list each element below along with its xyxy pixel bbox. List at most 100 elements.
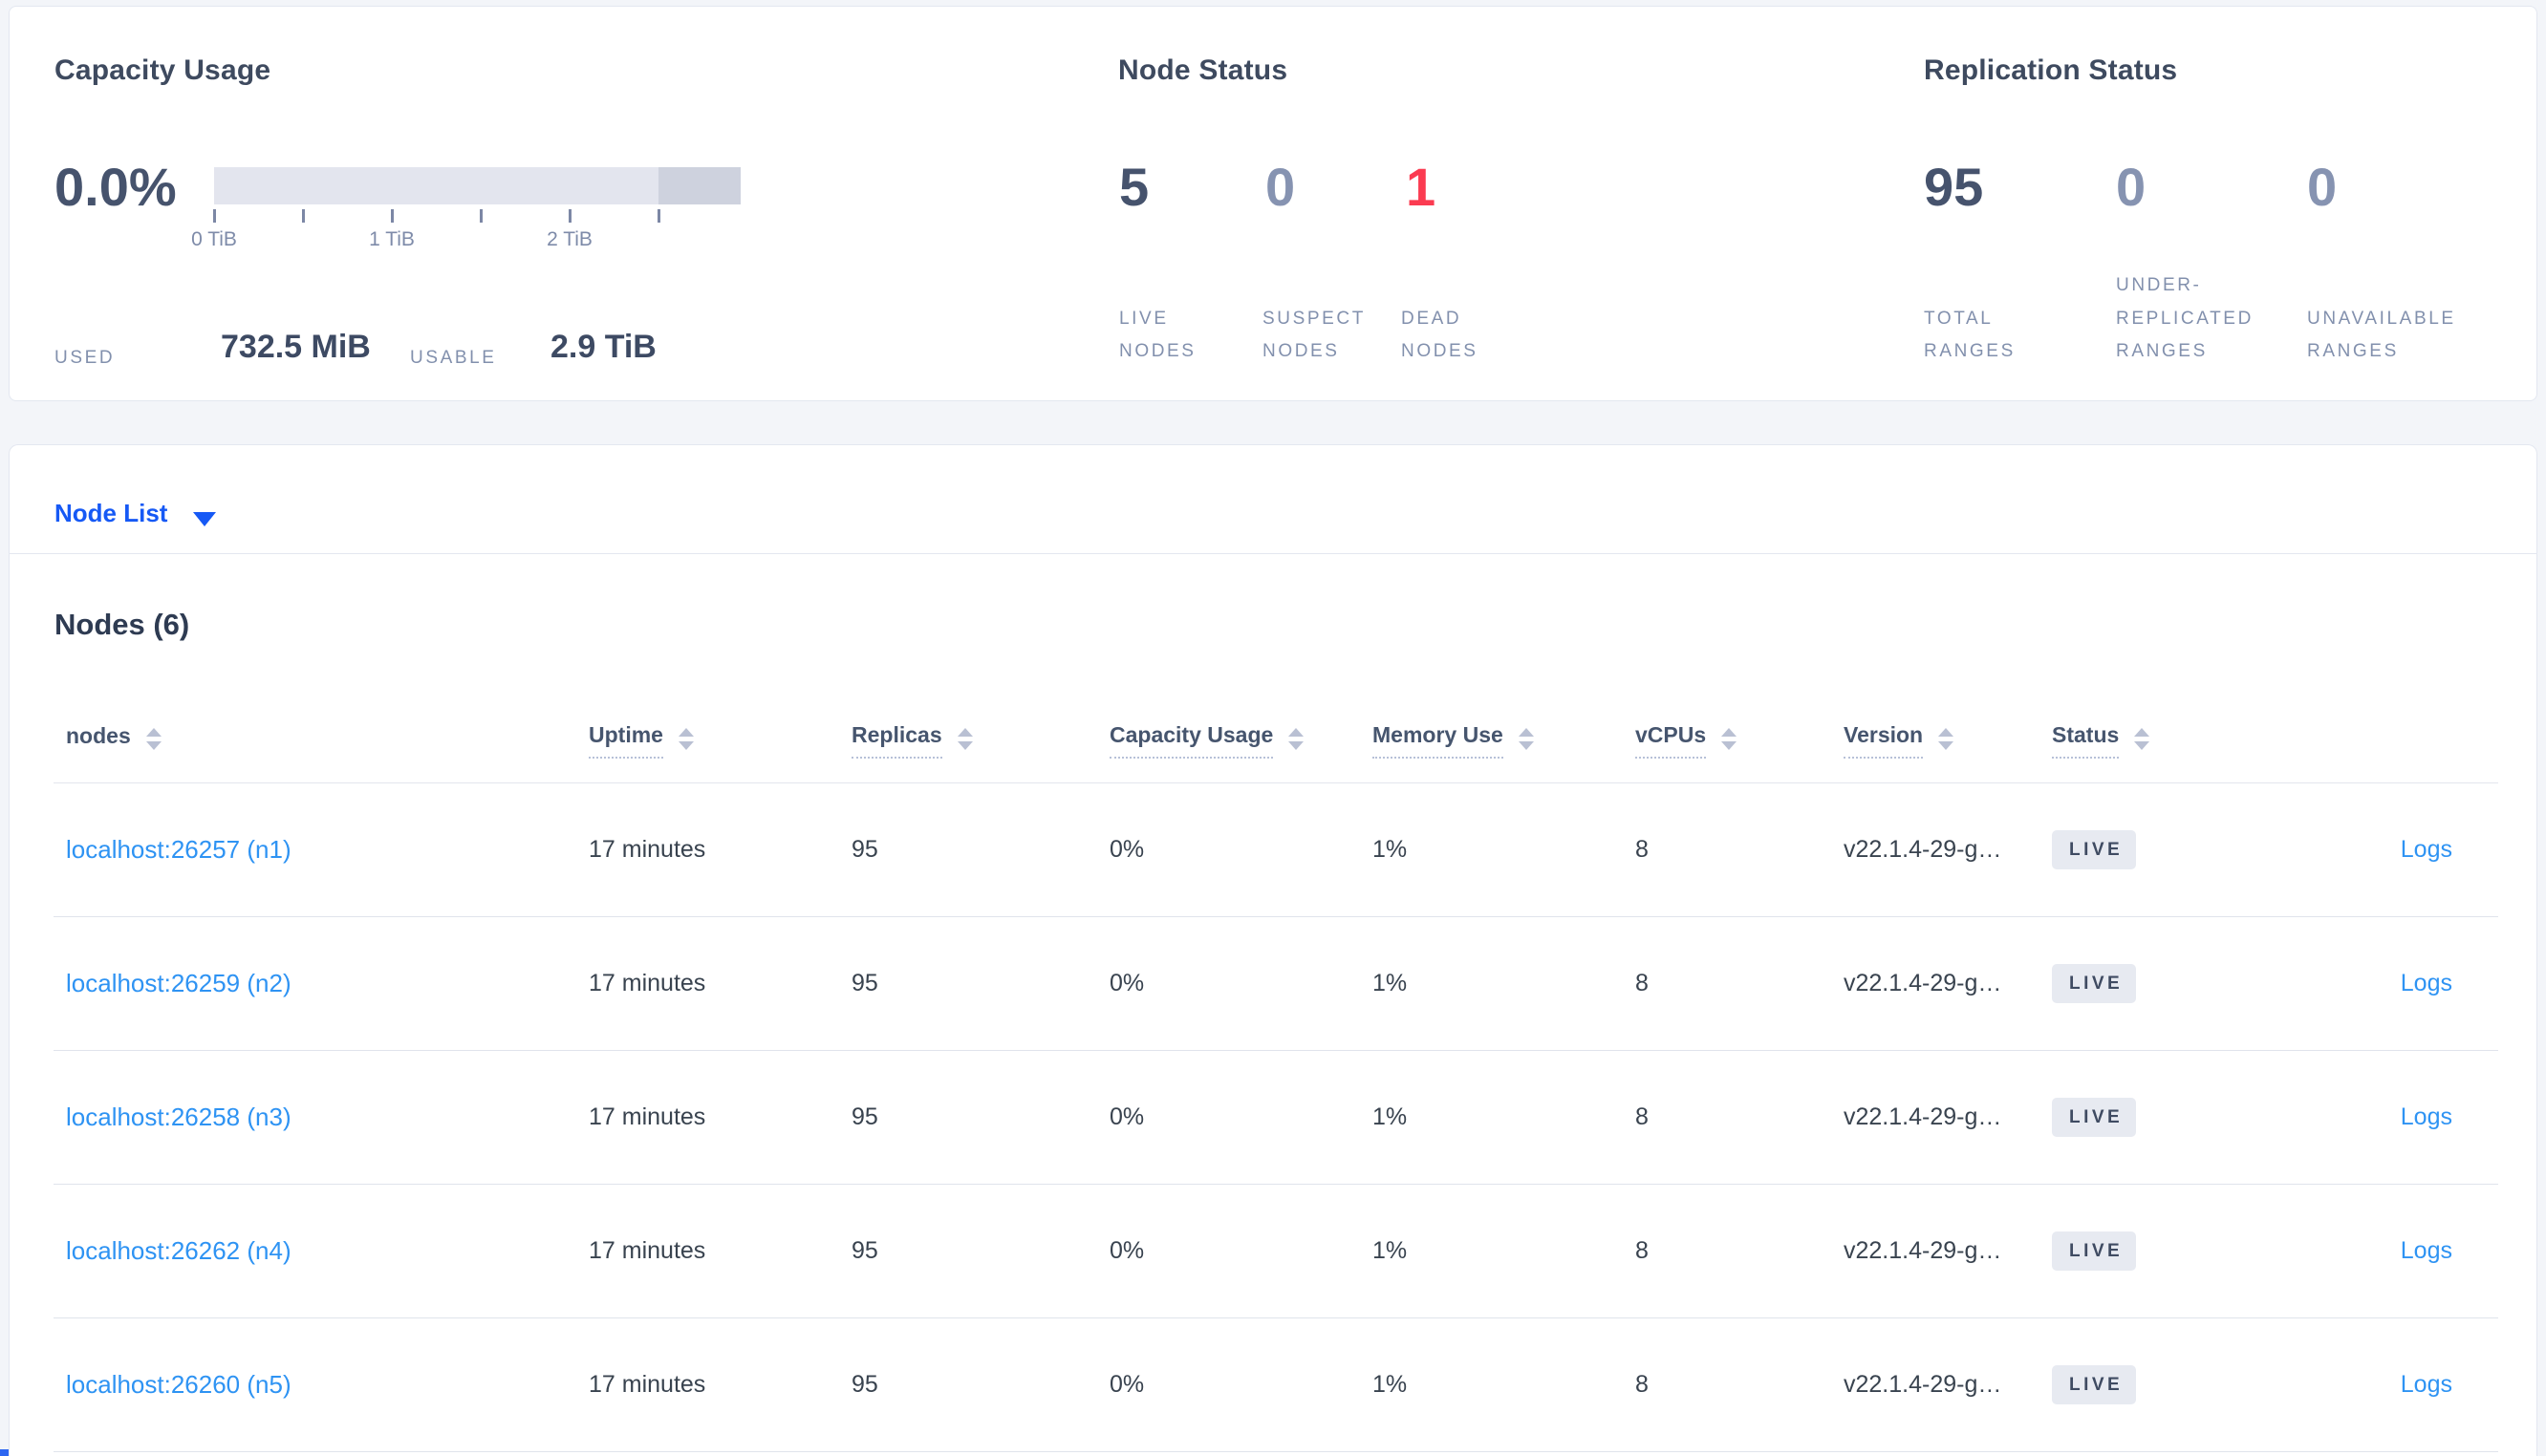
- capacity-usage-bar: [214, 167, 741, 204]
- used-label: USED: [54, 348, 116, 368]
- uptime-cell: 17 minutes: [589, 836, 706, 863]
- column-label: Capacity Usage: [1110, 722, 1274, 759]
- sort-icon: [1288, 727, 1305, 750]
- capacity-cell: 0%: [1110, 1103, 1145, 1130]
- sort-icon: [957, 727, 973, 750]
- column-header-version[interactable]: Version: [1844, 722, 2052, 759]
- version-cell: v22.1.4-29-g…: [1844, 1371, 2002, 1398]
- table-row: localhost:26259 (n2) 17 minutes 95 0% 1%…: [54, 917, 2498, 1051]
- memory-cell: 1%: [1372, 1103, 1408, 1130]
- suspect-nodes-count: 0: [1265, 157, 1296, 217]
- column-label: Status: [2052, 722, 2120, 759]
- node-link[interactable]: localhost:26262 (n4): [66, 1236, 291, 1265]
- version-cell: v22.1.4-29-g…: [1844, 836, 2002, 863]
- logs-link[interactable]: Logs: [2401, 1103, 2452, 1130]
- logs-link[interactable]: Logs: [2401, 970, 2452, 996]
- replicas-cell: 95: [852, 1237, 878, 1264]
- table-row: localhost:26262 (n4) 17 minutes 95 0% 1%…: [54, 1185, 2498, 1318]
- tick-mark: [480, 209, 483, 223]
- usable-value: 2.9 TiB: [550, 329, 657, 365]
- unavailable-ranges-label: UNAVAILABLE RANGES: [2307, 308, 2456, 361]
- bottom-edge-element: [0, 1449, 9, 1456]
- sort-icon: [1721, 727, 1737, 750]
- replicas-cell: 95: [852, 1103, 878, 1130]
- unavailable-ranges-count: 0: [2307, 157, 2338, 217]
- sort-icon: [145, 727, 162, 750]
- column-header-nodes[interactable]: nodes: [66, 723, 589, 758]
- total-ranges-label: TOTAL RANGES: [1924, 308, 2016, 361]
- live-nodes-label: LIVE NODES: [1119, 308, 1197, 361]
- memory-cell: 1%: [1372, 836, 1408, 863]
- capacity-cell: 0%: [1110, 1371, 1145, 1398]
- node-list-dropdown-label: Node List: [54, 499, 168, 527]
- replication-status-title: Replication Status: [1924, 54, 2178, 86]
- status-badge: LIVE: [2052, 1231, 2137, 1271]
- table-header-row: nodes Uptime Replicas Capacity Usage Mem…: [54, 698, 2498, 783]
- uptime-cell: 17 minutes: [589, 1371, 706, 1398]
- column-label: Replicas: [852, 722, 942, 759]
- node-list-dropdown[interactable]: Node List: [10, 445, 2536, 554]
- node-link[interactable]: localhost:26260 (n5): [66, 1370, 291, 1399]
- logs-link[interactable]: Logs: [2401, 1237, 2452, 1264]
- logs-link[interactable]: Logs: [2401, 836, 2452, 863]
- node-link[interactable]: localhost:26257 (n1): [66, 835, 291, 864]
- tick-label: 0 TiB: [191, 228, 237, 250]
- table-row: localhost:26257 (n1) 17 minutes 95 0% 1%…: [54, 783, 2498, 917]
- node-list-panel: Node List Nodes (6) nodes Uptime Replica…: [9, 444, 2537, 1456]
- sort-icon: [2134, 727, 2150, 750]
- replicas-cell: 95: [852, 1371, 878, 1398]
- tick-mark: [569, 209, 572, 223]
- column-header-memory-use[interactable]: Memory Use: [1372, 722, 1635, 759]
- column-label: vCPUs: [1635, 722, 1707, 759]
- under-replicated-ranges-label: UNDER-REPLICATED RANGES: [2116, 275, 2254, 361]
- status-badge: LIVE: [2052, 830, 2137, 869]
- column-label: Uptime: [589, 722, 663, 759]
- vcpus-cell: 8: [1635, 1103, 1649, 1130]
- tick-label: 2 TiB: [547, 228, 593, 250]
- nodes-table: nodes Uptime Replicas Capacity Usage Mem…: [54, 698, 2498, 1452]
- column-label: nodes: [66, 723, 131, 748]
- column-header-uptime[interactable]: Uptime: [589, 722, 852, 759]
- nodes-heading: Nodes (6): [54, 608, 190, 641]
- table-row: localhost:26260 (n5) 17 minutes 95 0% 1%…: [54, 1318, 2498, 1452]
- tick-mark: [391, 209, 394, 223]
- tick-mark: [213, 209, 216, 223]
- column-header-status[interactable]: Status: [2052, 722, 2295, 759]
- dead-nodes-count: 1: [1406, 157, 1436, 217]
- capacity-percent: 0.0%: [54, 157, 177, 217]
- column-header-vcpus[interactable]: vCPUs: [1635, 722, 1844, 759]
- node-link[interactable]: localhost:26258 (n3): [66, 1103, 291, 1131]
- vcpus-cell: 8: [1635, 1237, 1649, 1264]
- node-link[interactable]: localhost:26259 (n2): [66, 969, 291, 997]
- uptime-cell: 17 minutes: [589, 1103, 706, 1130]
- total-ranges-count: 95: [1924, 157, 1984, 217]
- node-status-title: Node Status: [1118, 54, 1288, 86]
- capacity-usage-title: Capacity Usage: [54, 54, 271, 86]
- sort-icon: [1518, 727, 1534, 750]
- column-header-capacity-usage[interactable]: Capacity Usage: [1110, 722, 1372, 759]
- used-value: 732.5 MiB: [221, 329, 371, 365]
- capacity-cell: 0%: [1110, 1237, 1145, 1264]
- replicas-cell: 95: [852, 836, 878, 863]
- column-label: Memory Use: [1372, 722, 1503, 759]
- capacity-bar-dark-segment: [658, 167, 741, 204]
- caret-down-icon: [193, 512, 216, 526]
- vcpus-cell: 8: [1635, 836, 1649, 863]
- capacity-cell: 0%: [1110, 970, 1145, 996]
- status-badge: LIVE: [2052, 1098, 2137, 1137]
- logs-link[interactable]: Logs: [2401, 1371, 2452, 1398]
- under-replicated-ranges-count: 0: [2116, 157, 2147, 217]
- dead-nodes-label: DEAD NODES: [1401, 308, 1478, 361]
- sort-icon: [1938, 727, 1954, 750]
- column-header-replicas[interactable]: Replicas: [852, 722, 1110, 759]
- sort-icon: [678, 727, 694, 750]
- version-cell: v22.1.4-29-g…: [1844, 1103, 2002, 1130]
- tick-mark: [302, 209, 305, 223]
- uptime-cell: 17 minutes: [589, 970, 706, 996]
- tick-label: 1 TiB: [369, 228, 415, 250]
- uptime-cell: 17 minutes: [589, 1237, 706, 1264]
- memory-cell: 1%: [1372, 1371, 1408, 1398]
- column-label: Version: [1844, 722, 1924, 759]
- version-cell: v22.1.4-29-g…: [1844, 1237, 2002, 1264]
- usable-label: USABLE: [410, 348, 497, 368]
